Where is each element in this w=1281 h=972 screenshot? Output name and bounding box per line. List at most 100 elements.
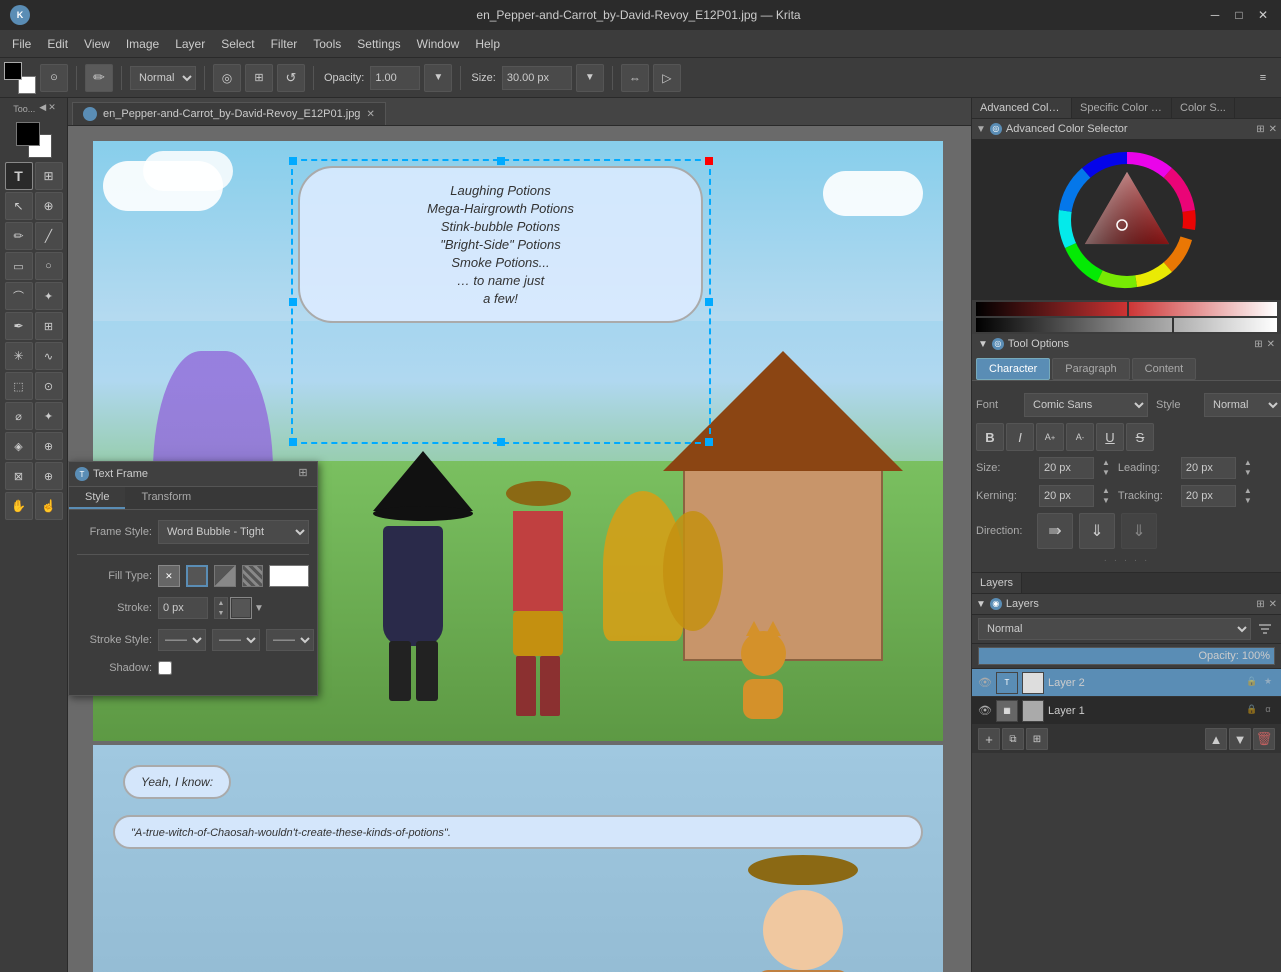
calligraphy-tool-button[interactable]: ✒ <box>5 312 33 340</box>
menu-filter[interactable]: Filter <box>263 33 306 55</box>
doc-tab-close-button[interactable]: ✕ <box>366 109 374 120</box>
rect-select-button[interactable]: ⬚ <box>5 372 33 400</box>
multibrush-tool-button[interactable]: ✳ <box>5 342 33 370</box>
freehand-tool-button[interactable]: ✏ <box>5 222 33 250</box>
canvas-scroll[interactable]: Laughing Potions Mega-Hairgrowth Potions… <box>68 126 971 972</box>
canvas-area[interactable]: en_Pepper-and-Carrot_by-David-Revoy_E12P… <box>68 98 971 972</box>
tool-options-header[interactable]: ▼ ◎ Tool Options ⊞ ✕ <box>972 334 1281 354</box>
zoom-tool-button[interactable]: ⊕ <box>35 462 63 490</box>
rectangle-tool-button[interactable]: ▭ <box>5 252 33 280</box>
tracking-value-input[interactable] <box>1181 485 1236 507</box>
saturation-slider[interactable] <box>976 318 1277 332</box>
hue-slider-handle[interactable] <box>1127 301 1129 317</box>
kerning-spinners[interactable]: ▲ ▼ <box>1102 486 1110 505</box>
move-layer-up-button[interactable]: ▲ <box>1205 728 1227 750</box>
strikethrough-button[interactable]: S <box>1126 423 1154 451</box>
fill-none-button[interactable]: ✕ <box>158 565 180 587</box>
foreground-color[interactable] <box>16 122 40 146</box>
subscript-button[interactable]: A- <box>1066 423 1094 451</box>
italic-button[interactable]: I <box>1006 423 1034 451</box>
layers-close[interactable]: ✕ <box>1269 599 1277 610</box>
polyline-tool-button[interactable]: ⌒ <box>5 282 33 310</box>
size-input[interactable] <box>502 66 572 90</box>
advanced-color-tab[interactable]: Advanced Color Sel... <box>972 98 1072 118</box>
layer-item-2[interactable]: 👁 T Layer 2 🔒 ★ <box>972 669 1281 697</box>
window-controls[interactable]: ─ □ ✕ <box>1207 7 1271 23</box>
opacity-input[interactable] <box>370 66 420 90</box>
layer-2-filter[interactable]: ★ <box>1261 676 1275 690</box>
similar-select-button[interactable]: ◈ <box>5 432 33 460</box>
layers-detach[interactable]: ⊞ <box>1256 599 1264 610</box>
ellipse-tool-button[interactable]: ○ <box>35 252 63 280</box>
duplicate-layer-button[interactable]: ⧉ <box>1002 728 1024 750</box>
menu-window[interactable]: Window <box>409 33 468 55</box>
fill-solid-button[interactable] <box>186 565 208 587</box>
fg-bg-toolbox-colors[interactable] <box>16 122 52 158</box>
pan-tool-button[interactable]: ✋ <box>5 492 33 520</box>
menu-settings[interactable]: Settings <box>349 33 408 55</box>
wrap-button[interactable]: ▷ <box>653 64 681 92</box>
stroke-style-select-2[interactable]: —— <box>212 629 260 651</box>
crop-tool-button[interactable]: ⊠ <box>5 462 33 490</box>
ellipse-select-button[interactable]: ⊙ <box>35 372 63 400</box>
dialog-titlebar[interactable]: T Text Frame ⊞ <box>69 462 317 487</box>
line-tool-button[interactable]: ╱ <box>35 222 63 250</box>
freehand-brush-button[interactable]: ✏ <box>85 64 113 92</box>
settings-button[interactable]: ≡ <box>1249 64 1277 92</box>
select-tool-button[interactable]: ↖ <box>5 192 33 220</box>
color-wheel-container[interactable] <box>972 140 1281 300</box>
move-layer-down-button[interactable]: ▼ <box>1229 728 1251 750</box>
color-panel-close[interactable]: ✕ <box>1269 124 1277 135</box>
contiguous-select-button[interactable]: ✦ <box>35 402 63 430</box>
add-layer-button[interactable]: + <box>978 728 1000 750</box>
selection-handle-bl[interactable] <box>289 438 297 446</box>
alpha-lock-button[interactable]: ⊞ <box>245 64 273 92</box>
shadow-checkbox[interactable] <box>158 661 172 675</box>
blend-mode-select[interactable]: Normal <box>130 66 196 90</box>
layers-filter-button[interactable] <box>1255 619 1275 639</box>
size-expand-button[interactable]: ▼ <box>576 64 604 92</box>
size-spinners[interactable]: ▲ ▼ <box>1102 458 1110 477</box>
dialog-tab-style[interactable]: Style <box>69 487 125 509</box>
specific-color-tab[interactable]: Specific Color Sel... <box>1072 98 1172 118</box>
minimize-button[interactable]: ─ <box>1207 7 1223 23</box>
stroke-dropdown-button[interactable]: ▼ <box>254 603 264 614</box>
superscript-button[interactable]: A+ <box>1036 423 1064 451</box>
stroke-value-input[interactable] <box>158 597 208 619</box>
magnetic-select-button[interactable]: ⊕ <box>35 432 63 460</box>
close-button[interactable]: ✕ <box>1255 7 1271 23</box>
leading-spinners[interactable]: ▲ ▼ <box>1244 458 1252 477</box>
menu-help[interactable]: Help <box>467 33 508 55</box>
selection-handle-bm[interactable] <box>497 438 505 446</box>
style-select[interactable]: Normal Bold Italic Bold Italic <box>1204 393 1281 417</box>
layers-tab[interactable]: Layers <box>972 573 1022 593</box>
group-layer-button[interactable]: ⊞ <box>1026 728 1048 750</box>
transform-tool-button[interactable]: ⊕ <box>35 192 63 220</box>
layer-1-visibility[interactable]: 👁 <box>978 704 992 718</box>
sat-slider-handle[interactable] <box>1172 317 1174 333</box>
bold-button[interactable]: B <box>976 423 1004 451</box>
character-tab[interactable]: Character <box>976 358 1050 380</box>
stroke-style-select-3[interactable]: —— <box>266 629 314 651</box>
pattern-tool-button[interactable]: ⊞ <box>35 312 63 340</box>
menu-select[interactable]: Select <box>213 33 262 55</box>
opacity-bar[interactable]: Opacity: 100% <box>978 647 1275 665</box>
smudge-tool-button[interactable]: ☝ <box>35 492 63 520</box>
fill-color-preview[interactable] <box>269 565 309 587</box>
color-wheel[interactable] <box>1047 140 1207 300</box>
layer-item-1[interactable]: 👁 ▦ Layer 1 🔒 α <box>972 697 1281 725</box>
tool-options-detach[interactable]: ⊞ <box>1254 339 1262 350</box>
layer-2-visibility[interactable]: 👁 <box>978 676 992 690</box>
dialog-tab-transform[interactable]: Transform <box>125 487 207 509</box>
menu-layer[interactable]: Layer <box>167 33 213 55</box>
layer-2-lock[interactable]: 🔒 <box>1245 676 1259 690</box>
stroke-color-swatch[interactable] <box>230 597 252 619</box>
menu-file[interactable]: File <box>4 33 39 55</box>
content-tab[interactable]: Content <box>1132 358 1197 380</box>
shape-tool-button[interactable]: ⊞ <box>35 162 63 190</box>
color-s-tab[interactable]: Color S... <box>1172 98 1235 118</box>
direction-rtl-button[interactable]: ⇓ <box>1121 513 1157 549</box>
color-panel-detach[interactable]: ⊞ <box>1256 124 1264 135</box>
underline-button[interactable]: U <box>1096 423 1124 451</box>
stroke-style-select-1[interactable]: —— - - - ··· <box>158 629 206 651</box>
